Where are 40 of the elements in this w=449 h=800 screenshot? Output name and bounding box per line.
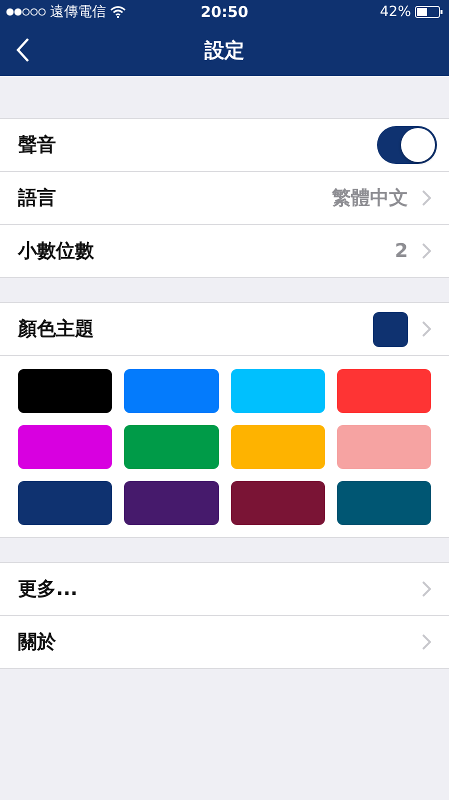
row-label: 更多... bbox=[18, 577, 79, 602]
nav-title: 設定 bbox=[204, 36, 244, 64]
signal-icon bbox=[6, 8, 46, 16]
settings-row[interactable]: 小數位數 2 bbox=[0, 224, 449, 277]
row-label: 關於 bbox=[18, 630, 57, 655]
settings-row[interactable]: 關於 bbox=[0, 615, 449, 668]
status-time: 20:50 bbox=[200, 3, 248, 21]
row-label: 語言 bbox=[18, 186, 57, 211]
color-swatch[interactable] bbox=[18, 481, 112, 525]
color-swatch[interactable] bbox=[336, 369, 431, 413]
row-value: 繁體中文 bbox=[332, 186, 408, 211]
chevron-icon bbox=[422, 321, 431, 337]
chevron-icon bbox=[422, 581, 431, 597]
row-value: 2 bbox=[394, 240, 408, 262]
settings-row[interactable]: 聲音 bbox=[0, 119, 449, 171]
wifi-icon bbox=[110, 6, 126, 18]
sound-toggle[interactable] bbox=[377, 126, 437, 164]
row-label: 小數位數 bbox=[18, 239, 95, 264]
color-swatch[interactable] bbox=[230, 425, 325, 469]
settings-row[interactable]: 顏色主題 bbox=[0, 303, 449, 355]
color-swatch[interactable] bbox=[124, 425, 218, 469]
row-label: 顏色主題 bbox=[18, 317, 95, 342]
color-swatch[interactable] bbox=[336, 425, 431, 469]
settings-row[interactable]: 更多... bbox=[0, 563, 449, 615]
color-swatch[interactable] bbox=[18, 425, 112, 469]
battery-icon bbox=[415, 6, 443, 18]
color-swatch[interactable] bbox=[18, 369, 112, 413]
chevron-icon bbox=[422, 190, 431, 206]
color-swatch[interactable] bbox=[230, 369, 325, 413]
color-swatch[interactable] bbox=[230, 481, 325, 525]
color-swatch[interactable] bbox=[124, 481, 218, 525]
back-chevron-icon[interactable] bbox=[16, 38, 30, 62]
row-label: 聲音 bbox=[18, 133, 57, 158]
chevron-icon bbox=[422, 634, 431, 650]
chevron-icon bbox=[422, 243, 431, 259]
color-swatch[interactable] bbox=[336, 481, 431, 525]
battery-percent: 42% bbox=[380, 4, 411, 20]
color-swatch[interactable] bbox=[124, 369, 218, 413]
carrier-name: 遠傳電信 bbox=[50, 3, 106, 21]
settings-row[interactable]: 語言 繁體中文 bbox=[0, 171, 449, 224]
